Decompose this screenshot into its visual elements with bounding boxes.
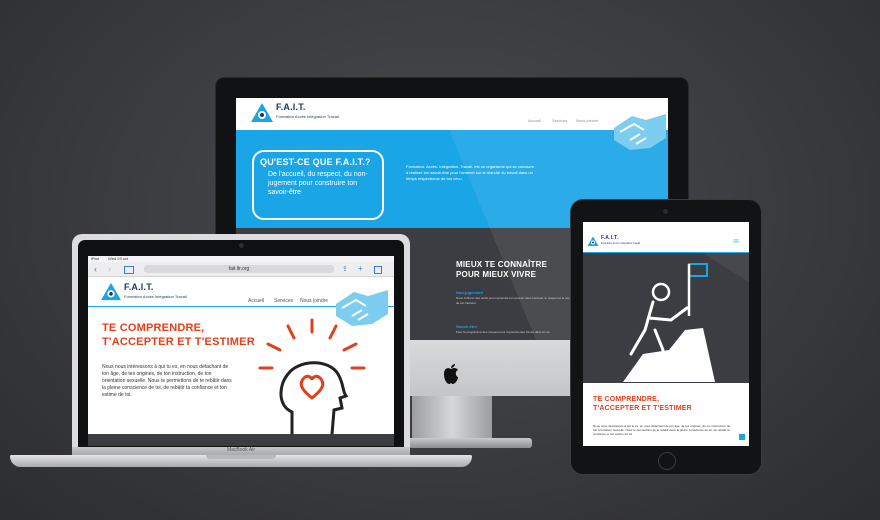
section-title-line2: POUR MIEUX VIVRE bbox=[456, 270, 537, 279]
sub-text-non-jugement: Nous t'offrons des outils pour reprendre… bbox=[456, 296, 585, 305]
laptop-footer-band bbox=[88, 434, 394, 446]
hero-side-text: Formation. Accès. Intégration. Travail. … bbox=[406, 164, 535, 181]
hero-title: QU'EST-CE QUE F.A.I.T.? bbox=[260, 157, 371, 167]
status-device: iPad bbox=[91, 256, 100, 261]
address-url: fait.ltr.org bbox=[228, 266, 250, 272]
sub-text-savoir-etre: Pour le programme des moyens pour repren… bbox=[456, 330, 551, 334]
tablet-camera bbox=[663, 209, 668, 214]
nav-accueil[interactable]: Accueil bbox=[248, 298, 264, 304]
sub-heading-savoir-etre: Savoir-être bbox=[456, 324, 477, 329]
hero-text: De l'accueil, du respect, du non-jugemen… bbox=[268, 171, 368, 196]
head-heart-illustration-icon bbox=[258, 318, 366, 435]
imac-stand-neck bbox=[412, 396, 492, 440]
laptop-heading-line1: TE COMPRENDRE, bbox=[102, 322, 205, 334]
apple-logo-icon bbox=[444, 364, 458, 384]
nav-services[interactable]: Services bbox=[274, 298, 293, 304]
scroll-top-button[interactable] bbox=[739, 434, 745, 440]
share-icon[interactable]: ⇪ bbox=[342, 265, 348, 273]
laptop-model-label: MacBook Air bbox=[226, 447, 256, 453]
brand-tagline: Formation Accès Intégration Travail bbox=[124, 294, 187, 299]
section-title-line1: MIEUX TE CONNAÎTRE bbox=[456, 260, 548, 269]
forward-icon[interactable]: › bbox=[108, 264, 111, 274]
tablet-heading-line2: T'ACCEPTER ET T'ESTIMER bbox=[593, 405, 692, 412]
tablet-body-text: Nous nous intéressons à qui tu es, en no… bbox=[593, 424, 731, 437]
laptop-body-text: Nous nous intéressons à qui tu es, en no… bbox=[102, 364, 232, 398]
browser-toolbar: ‹ › fait.ltr.org ⇪ + bbox=[88, 262, 394, 277]
laptop-camera bbox=[239, 243, 244, 248]
climber-flag-illustration-icon bbox=[623, 263, 715, 382]
nav-nous-joindre[interactable]: Nous joindre bbox=[300, 298, 328, 304]
laptop-notch bbox=[206, 455, 276, 459]
tablet-heading-line1: TE COMPRENDRE, bbox=[593, 396, 660, 403]
status-time: Wed 29 oct bbox=[108, 256, 129, 261]
fait-logo-icon bbox=[101, 282, 121, 301]
add-tab-icon[interactable]: + bbox=[358, 264, 363, 273]
laptop-screen: iPad Wed 29 oct ‹ › fait.ltr.org ⇪ + F.A… bbox=[88, 256, 394, 446]
tabs-icon[interactable] bbox=[374, 266, 382, 274]
brand-name: F.A.I.T. bbox=[124, 282, 154, 292]
sub-heading-non-jugement: Non-jugement bbox=[456, 290, 483, 295]
tablet-home-button[interactable] bbox=[658, 452, 676, 470]
back-icon[interactable]: ‹ bbox=[94, 264, 97, 274]
laptop-heading-line2: T'ACCEPTER ET T'ESTIMER bbox=[102, 336, 255, 348]
bookmarks-icon[interactable] bbox=[124, 266, 134, 274]
tablet-screen: F.A.I.T. Formation Accès Intégration Tra… bbox=[583, 222, 749, 446]
address-bar[interactable]: fait.ltr.org bbox=[144, 265, 334, 273]
handshake-icon bbox=[614, 114, 666, 150]
